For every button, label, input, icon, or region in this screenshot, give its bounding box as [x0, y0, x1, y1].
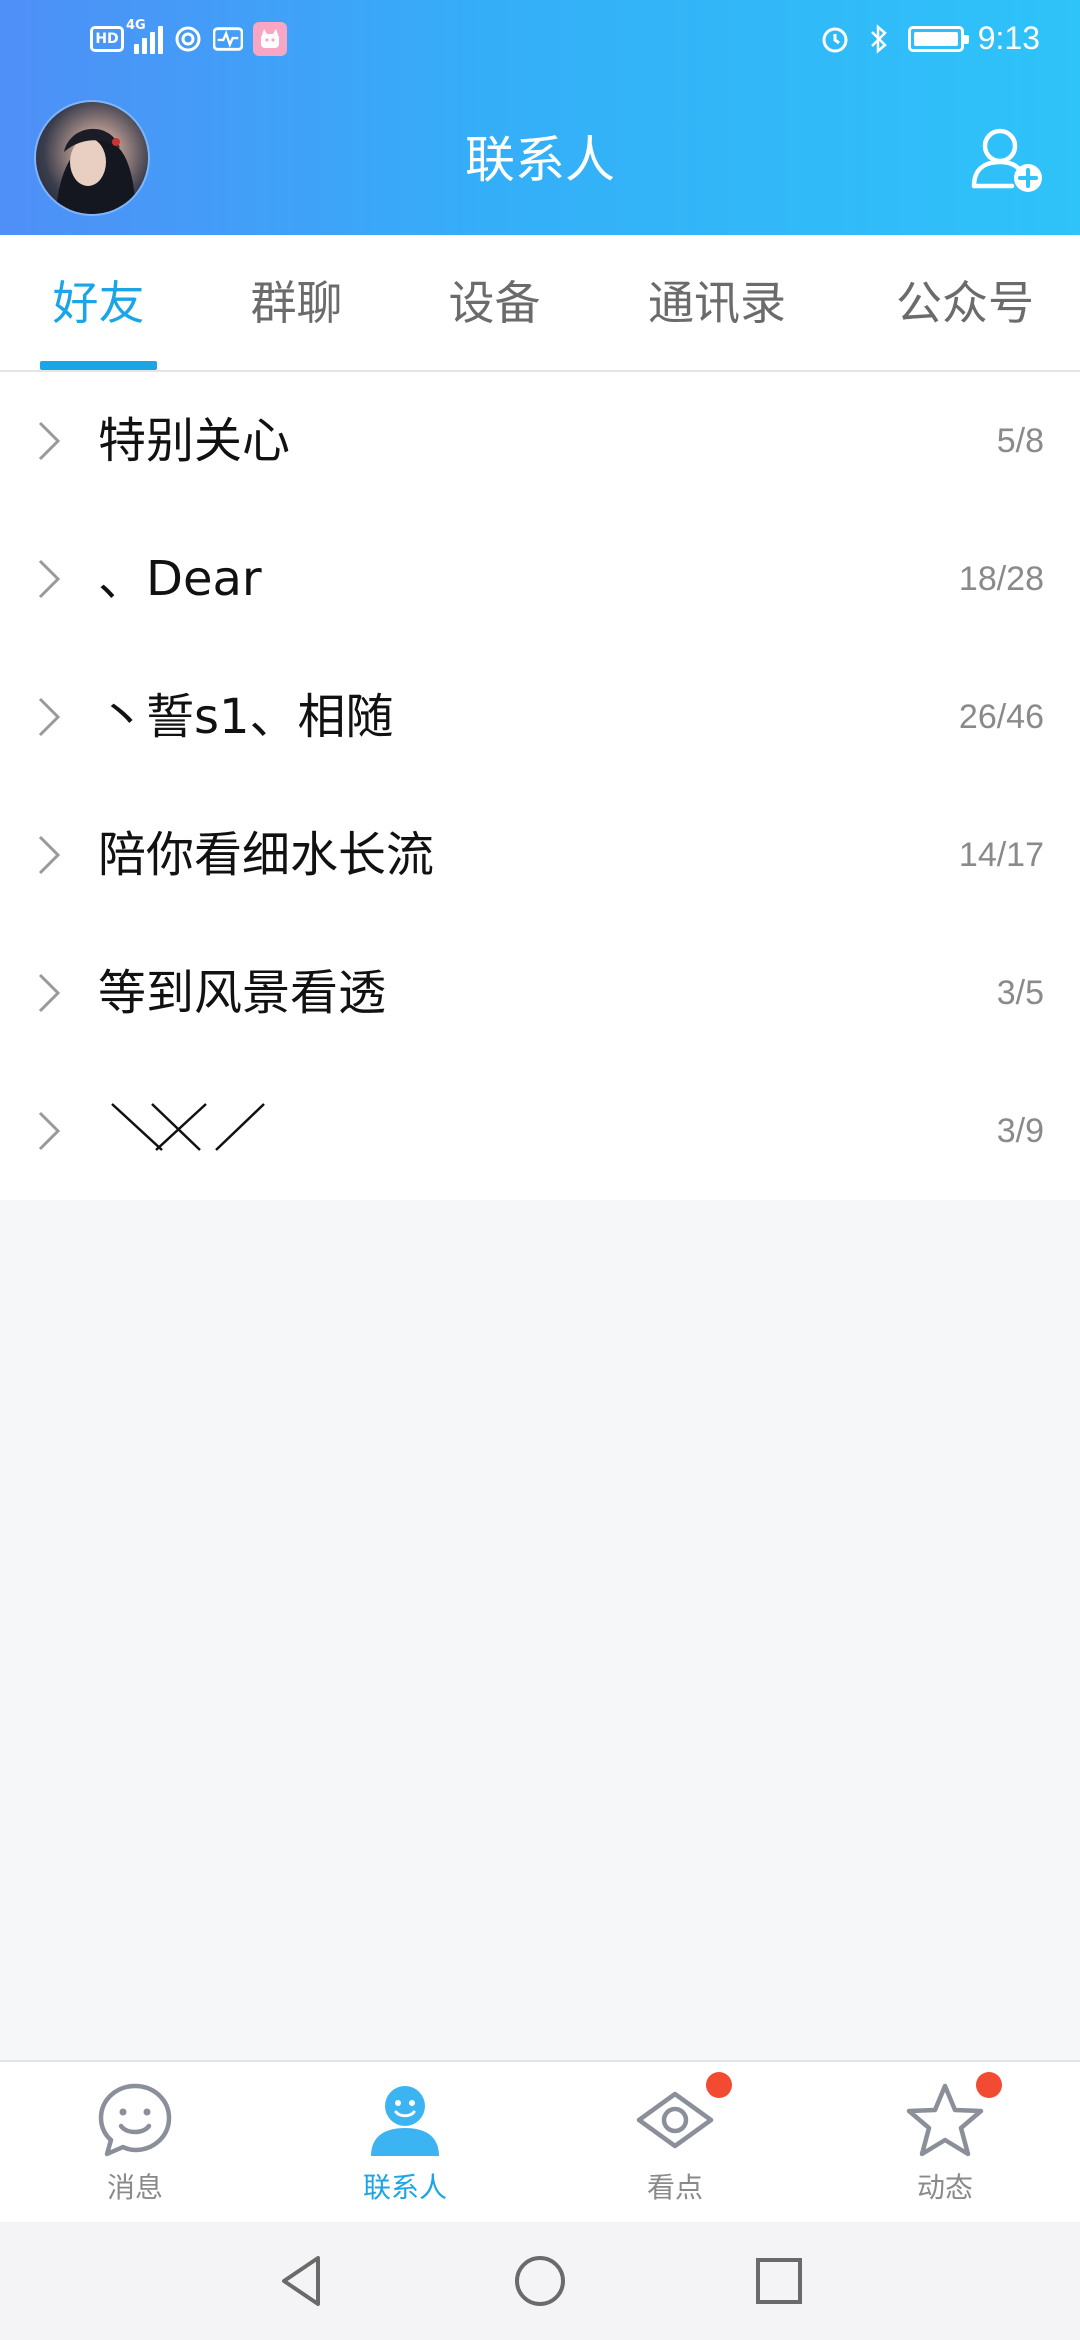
nav-label: 消息: [106, 2171, 163, 2204]
network-type: 4G: [126, 18, 146, 33]
status-bar-left: HD 4G: [90, 18, 287, 56]
status-bar: HD 4G 9:13: [0, 0, 1080, 86]
group-count: 5/8: [996, 422, 1044, 460]
group-row[interactable]: 、Dear 18/28: [0, 510, 1080, 648]
nav-label: 动态: [916, 2171, 973, 2204]
eye-icon: [636, 2091, 714, 2149]
recents-icon[interactable]: [748, 2250, 810, 2312]
group-count: 26/46: [958, 698, 1044, 736]
tab-address-book[interactable]: 通讯录: [632, 235, 802, 372]
alarm-icon: [820, 24, 850, 54]
friend-group-list: 特别关心 5/8 、Dear 18/28 丶誓s1、相随 26/46 陪你看细水…: [0, 372, 1080, 1200]
notification-badge: [976, 2072, 1002, 2098]
nav-moments[interactable]: 动态: [810, 2062, 1080, 2224]
chevron-right-icon: [38, 1111, 61, 1151]
group-name: 、Dear: [98, 551, 262, 607]
title-bar: 联系人: [0, 86, 1080, 235]
add-contact-icon[interactable]: [968, 122, 1048, 202]
tab-indicator: [40, 361, 157, 370]
bluetooth-icon: [864, 23, 894, 54]
health-icon: [213, 24, 243, 54]
chevron-right-icon: [38, 973, 61, 1013]
status-time: 9:13: [977, 20, 1040, 56]
page-title: 联系人: [465, 131, 615, 189]
back-icon[interactable]: [270, 2250, 332, 2312]
nav-messages[interactable]: 消息: [0, 2062, 270, 2224]
notification-badge: [706, 2072, 732, 2098]
nav-contacts[interactable]: 联系人: [270, 2062, 540, 2224]
group-count: 14/17: [958, 836, 1044, 874]
message-icon: [98, 2083, 172, 2157]
chevron-right-icon: [38, 421, 61, 461]
chevron-right-icon: [38, 697, 61, 737]
hotspot-icon: [173, 24, 203, 54]
nav-label: 看点: [646, 2171, 703, 2204]
chevron-right-icon: [38, 559, 61, 599]
home-icon[interactable]: [509, 2250, 571, 2312]
battery-icon: [907, 25, 969, 52]
tab-devices[interactable]: 设备: [436, 235, 553, 372]
tab-official-accounts[interactable]: 公众号: [880, 235, 1050, 372]
hd-icon: HD: [90, 26, 124, 52]
group-row[interactable]: 陪你看细水长流 14/17: [0, 786, 1080, 924]
group-row[interactable]: 丶誓s1、相随 26/46: [0, 648, 1080, 786]
group-count: 3/9: [996, 1112, 1044, 1150]
group-count: 3/5: [996, 974, 1044, 1012]
chevron-right-icon: [38, 835, 61, 875]
group-row[interactable]: 特别关心 5/8: [0, 372, 1080, 510]
star-icon: [906, 2083, 984, 2157]
group-name: 丶誓s1、相随: [98, 689, 394, 745]
group-name: 陪你看细水长流: [98, 827, 435, 883]
group-name: 特别关心: [98, 413, 291, 469]
contacts-icon: [371, 2086, 439, 2156]
status-bar-right: 9:13: [820, 20, 1040, 57]
bottom-nav: 消息 联系人 看点 动态: [0, 2060, 1080, 2222]
group-row[interactable]: 3/9: [0, 1062, 1080, 1200]
tab-friends[interactable]: 好友: [40, 235, 157, 372]
nav-label: 联系人: [362, 2171, 447, 2204]
app-icon: [253, 22, 287, 56]
group-name-symbol: [111, 1103, 265, 1151]
nav-discover[interactable]: 看点: [540, 2062, 810, 2224]
group-name: 等到风景看透: [98, 965, 387, 1021]
app-header: HD 4G 9:13 联系人: [0, 0, 1080, 235]
contact-tabs: 好友 群聊 设备 通讯录 公众号: [0, 235, 1080, 372]
group-row[interactable]: 等到风景看透 3/5: [0, 924, 1080, 1062]
signal-icon: 4G: [126, 18, 163, 54]
group-count: 18/28: [958, 560, 1044, 598]
tab-groups[interactable]: 群聊: [238, 235, 355, 372]
system-nav-bar: [0, 2222, 1080, 2340]
